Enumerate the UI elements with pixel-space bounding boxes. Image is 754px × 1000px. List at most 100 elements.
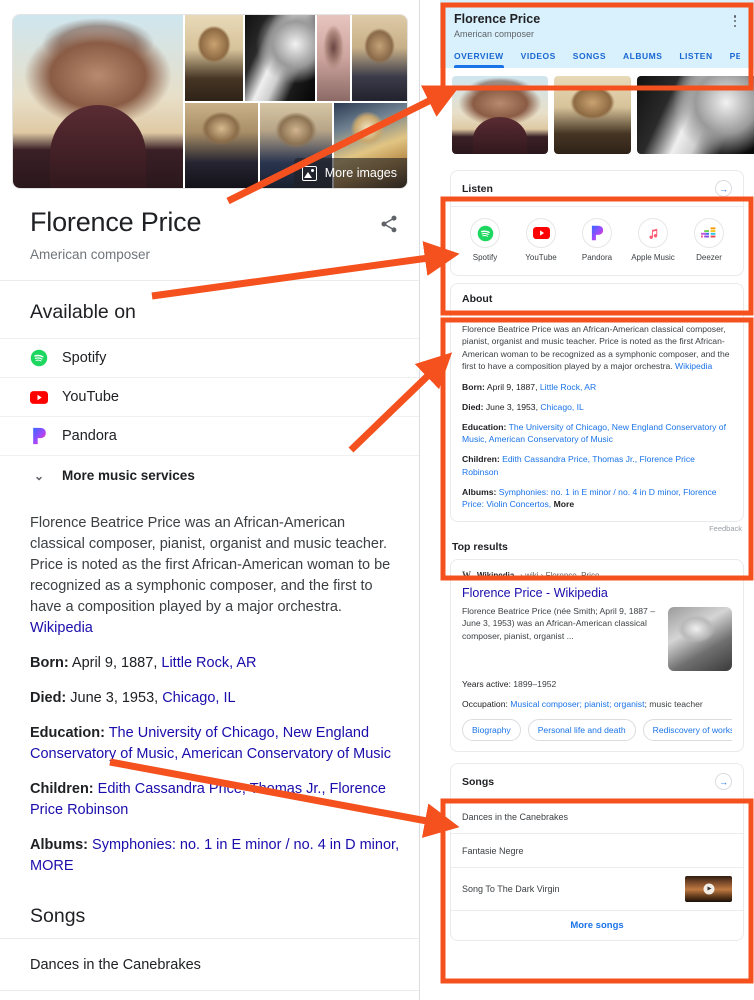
service-row-pandora[interactable]: Pandora [0,416,420,455]
fact-key: Years active: [462,679,511,690]
image-mosaic[interactable]: More images [12,14,408,189]
apple-music-icon [638,218,668,248]
fact-died: Died: June 3, 1953, Chicago, IL [0,674,420,709]
tab-people-also-search[interactable]: PEOPLE ALSO S [730,51,740,68]
listen-service-youtube[interactable]: YouTube [513,218,569,263]
fact-children: Children: Edith Cassandra Price, Thomas … [0,765,420,821]
song-list-item[interactable]: Fantasie Negre [451,833,743,867]
listen-service-spotify[interactable]: Spotify [457,218,513,263]
result-title-link[interactable]: Florence Price - Wikipedia [462,586,732,601]
strip-photo-2[interactable] [554,76,631,154]
tab-songs[interactable]: SONGS [573,51,606,68]
feedback-label[interactable]: Feedback [440,522,754,533]
mosaic-photo-4[interactable] [352,15,407,101]
listen-service-label: Pandora [581,253,613,262]
result-thumbnail[interactable] [668,607,732,672]
service-row-youtube[interactable]: YouTube [0,377,420,416]
play-icon [703,883,714,895]
listen-service-label: Spotify [472,253,498,262]
search-result-card[interactable]: W Wikipedia › wiki › Florence_Price Flor… [450,559,744,753]
song-list-item[interactable]: Dances in the Canebrakes [451,799,743,833]
strip-photo-1[interactable] [452,76,548,154]
fact-born: Born: April 9, 1887, Little Rock, AR [0,639,420,674]
mosaic-photo-2[interactable] [245,15,315,101]
song-title: Dances in the Canebrakes [30,956,201,973]
arrow-right-icon[interactable]: → [715,773,732,791]
tab-albums[interactable]: ALBUMS [623,51,662,68]
service-label: YouTube [62,389,119,405]
songs-heading: Songs [30,905,86,927]
share-button[interactable] [372,207,406,241]
listen-service-label: YouTube [525,253,557,262]
fact-key: Education: [30,725,105,741]
biography-text: Florence Beatrice Price was an African-A… [0,495,420,639]
listen-service-label: Apple Music [631,253,675,262]
mosaic-photo-1[interactable] [185,15,243,101]
about-fact-albums: Albums: Symphonies: no. 1 in E minor / n… [462,486,732,510]
song-list-item[interactable]: Fantasie Negre [0,990,420,1000]
strip-photo-3[interactable] [637,76,754,154]
about-fact-born: Born: April 9, 1887, Little Rock, AR [462,381,732,393]
more-music-services-button[interactable]: ⌄ More music services [0,455,420,495]
fact-more-link[interactable]: More [554,499,575,509]
fact-link[interactable]: Little Rock, AR [540,382,596,392]
mobile-page-subtitle: American composer [454,29,535,39]
song-thumbnail[interactable] [685,876,732,903]
chip-personal-life[interactable]: Personal life and death [527,719,636,742]
mosaic-photo-5[interactable] [185,102,258,188]
mobile-serp-panel: Florence Price American composer OVERVIE… [440,0,754,1000]
fact-key: Albums: [462,486,497,497]
fact-link[interactable]: Symphonies: no. 1 in E minor / no. 4 in … [462,487,717,509]
song-list-item[interactable]: Dances in the Canebrakes [0,938,420,990]
fact-plain: April 9, 1887, [484,381,540,392]
more-images-button[interactable]: More images [293,158,407,188]
listen-service-apple-music[interactable]: Apple Music [625,218,681,263]
listen-service-pandora[interactable]: Pandora [569,218,625,263]
hero-photo[interactable] [13,15,183,188]
more-songs-button[interactable]: More songs [451,910,743,940]
mobile-image-strip [440,68,754,163]
wikipedia-link[interactable]: Wikipedia [30,620,93,636]
fact-key: Albums: [30,837,88,853]
share-icon [381,215,397,233]
youtube-icon [526,218,556,248]
about-fact-died: Died: June 3, 1953, Chicago, IL [462,401,732,413]
fact-link[interactable]: Musical composer; pianist; organist [508,699,644,709]
page-title: Florence Price [30,207,202,237]
arrow-right-icon[interactable]: → [715,180,732,197]
listen-service-label: Deezer [696,253,722,262]
fact-link[interactable]: Chicago, IL [540,402,583,412]
fact-tail: ; music teacher [644,698,703,709]
fact-link[interactable]: Little Rock, AR [161,655,256,671]
songs-card: Songs → Dances in the Canebrakes Fantasi… [450,763,744,942]
song-title: Dances in the Canebrakes [462,811,569,822]
mosaic-photo-3[interactable] [317,15,350,101]
fact-key: Died: [462,401,484,412]
song-list-item[interactable]: Song To The Dark Virgin [451,867,743,910]
fact-key: Education: [462,422,507,433]
listen-service-deezer[interactable]: Deezer [681,218,737,263]
fact-plain: June 3, 1953, [66,690,163,706]
youtube-icon [30,388,48,406]
tab-overview[interactable]: OVERVIEW [454,51,504,68]
result-fact-occupation: Occupation: Musical composer; pianist; o… [462,698,732,710]
service-row-spotify[interactable]: Spotify [0,338,420,377]
listen-card-title: Listen [462,182,493,195]
about-card-title: About [462,293,493,305]
service-label: Spotify [62,350,107,366]
spotify-icon [30,349,48,367]
chip-rediscovery[interactable]: Rediscovery of works [642,719,732,742]
tab-videos[interactable]: VIDEOS [521,51,556,68]
more-images-label: More images [324,166,397,180]
biography-body: Florence Beatrice Price was an African-A… [30,515,391,615]
fact-link[interactable]: Chicago, IL [162,690,235,706]
fact-key: Born: [462,381,485,392]
spotify-icon [470,218,500,248]
desktop-knowledge-panel: More images Florence Price American comp… [0,0,420,1000]
tab-listen[interactable]: LISTEN [679,51,712,68]
wikipedia-link[interactable]: Wikipedia [675,361,712,371]
result-snippet: Florence Beatrice Price (née Smith; Apri… [462,606,655,641]
more-vertical-icon[interactable] [728,13,742,29]
chip-biography[interactable]: Biography [462,719,521,742]
about-fact-children: Children: Edith Cassandra Price, Thomas … [462,453,732,477]
